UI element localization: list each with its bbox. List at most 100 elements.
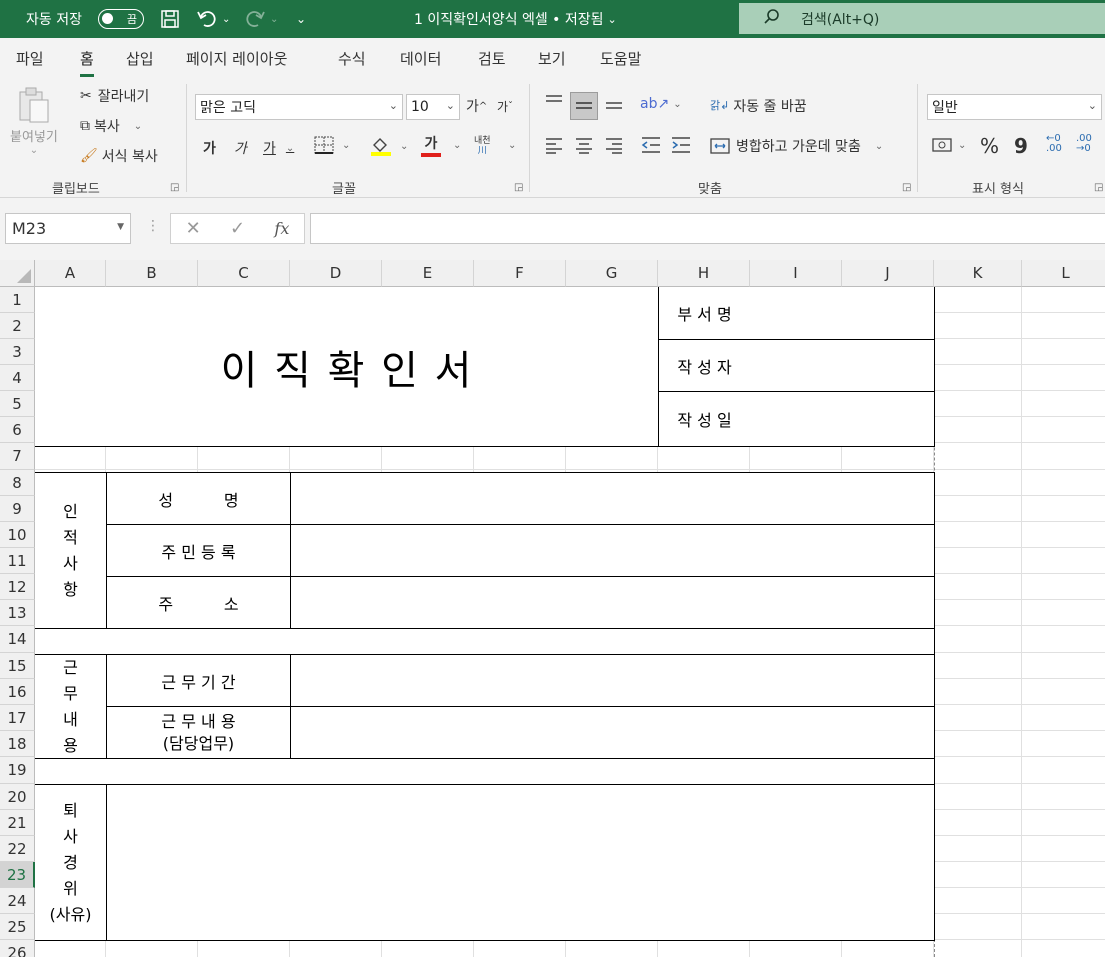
name-value-cell[interactable] <box>290 472 935 525</box>
document-title-cell[interactable]: 이 직 확 인 서 <box>35 287 659 447</box>
redo-icon[interactable]: ⌄ <box>244 0 278 38</box>
align-top-button[interactable] <box>544 94 564 110</box>
alignment-launcher-icon[interactable]: ◲ <box>902 182 911 193</box>
increase-font-button[interactable]: 가 ^ <box>466 96 487 116</box>
row-header-2[interactable]: 2 <box>0 313 35 339</box>
cancel-icon[interactable]: ✕ <box>186 218 201 239</box>
font-color-button[interactable]: 가 <box>421 136 441 157</box>
row-header-15[interactable]: 15 <box>0 653 35 679</box>
row-header-10[interactable]: 10 <box>0 522 35 548</box>
personal-section-cell[interactable]: 인 적 사 항 <box>35 472 107 629</box>
spreadsheet-grid[interactable]: ABCDEFGHIJKL 1 2 3 4 5 6 7 8 9 10 11 12 13 14 15 16 17 18… <box>0 260 1105 957</box>
column-header-i[interactable]: I <box>750 260 842 287</box>
orientation-button[interactable]: ab↗ ⌄ <box>640 96 682 112</box>
resign-reason-cell[interactable] <box>106 784 935 941</box>
row-header-5[interactable]: 5 <box>0 391 35 417</box>
row-header-25[interactable]: 25 <box>0 914 35 940</box>
comma-style-button[interactable]: 9 <box>1014 134 1028 158</box>
tab-page-layout[interactable]: 페이지 레이아웃 <box>186 48 287 69</box>
undo-dropdown-icon[interactable]: ⌄ <box>222 14 230 25</box>
font-size-select[interactable]: 10 ⌄ <box>406 94 460 120</box>
author-label-cell[interactable]: 작 성 자 <box>658 339 751 392</box>
row-header-9[interactable]: 9 <box>0 496 35 522</box>
row-header-14[interactable]: 14 <box>0 626 35 653</box>
row-header-19[interactable]: 19 <box>0 757 35 784</box>
redo-dropdown-icon[interactable]: ⌄ <box>270 14 278 25</box>
spacer-row-19[interactable] <box>35 758 935 785</box>
row-header-12[interactable]: 12 <box>0 574 35 600</box>
column-header-d[interactable]: D <box>290 260 382 287</box>
row-header-8[interactable]: 8 <box>0 470 35 496</box>
number-launcher-icon[interactable]: ◲ <box>1094 182 1103 193</box>
tab-formulas[interactable]: 수식 <box>338 48 366 69</box>
align-left-button[interactable] <box>544 136 564 154</box>
clipboard-launcher-icon[interactable]: ◲ <box>170 182 179 193</box>
row-header-24[interactable]: 24 <box>0 888 35 914</box>
tab-home[interactable]: 홈 <box>80 48 94 77</box>
row-header-6[interactable]: 6 <box>0 417 35 443</box>
name-label-cell[interactable]: 성 명 <box>106 472 291 525</box>
column-header-j[interactable]: J <box>842 260 934 287</box>
search-box[interactable]: 검색(Alt+Q) <box>739 3 1105 34</box>
phonetic-button[interactable]: 내천 川 <box>474 136 491 156</box>
document-title[interactable]: 1 이직확인서양식 엑셀 • 저장됨 ⌄ <box>414 0 617 38</box>
merge-center-button[interactable]: 병합하고 가운데 맞춤 ⌄ <box>710 136 883 156</box>
column-header-a[interactable]: A <box>35 260 106 287</box>
increase-indent-button[interactable] <box>670 136 692 154</box>
merge-dropdown-icon[interactable]: ⌄ <box>875 141 883 152</box>
decrease-indent-button[interactable] <box>640 136 662 154</box>
author-value-cell[interactable] <box>750 339 935 392</box>
resign-section-cell[interactable]: 퇴 사 경 위 (사유) <box>35 784 107 941</box>
underline-dropdown-icon[interactable]: ⌄ <box>286 143 294 154</box>
align-bottom-button[interactable] <box>604 94 624 110</box>
percent-button[interactable]: % <box>980 134 999 158</box>
address-label-cell[interactable]: 주 소 <box>106 576 291 629</box>
orientation-dropdown-icon[interactable]: ⌄ <box>673 99 681 110</box>
period-label-cell[interactable]: 근 무 기 간 <box>106 654 291 707</box>
row-header-20[interactable]: 20 <box>0 784 35 810</box>
column-header-c[interactable]: C <box>198 260 290 287</box>
cut-button[interactable]: ✂ 잘라내기 <box>80 86 149 106</box>
dept-value-cell[interactable] <box>750 287 935 340</box>
row-header-16[interactable]: 16 <box>0 679 35 705</box>
tab-view[interactable]: 보기 <box>538 48 566 69</box>
enter-icon[interactable]: ✓ <box>230 218 245 239</box>
row-header-17[interactable]: 17 <box>0 705 35 731</box>
row-header-23[interactable]: 23 <box>0 862 35 888</box>
font-launcher-icon[interactable]: ◲ <box>514 182 523 193</box>
row-header-3[interactable]: 3 <box>0 339 35 365</box>
increase-decimal-icon[interactable]: ←0.00 <box>1046 134 1062 154</box>
duty-value-cell[interactable] <box>290 706 935 759</box>
duty-label-cell[interactable]: 근 무 내 용 (담당업무) <box>106 706 291 759</box>
accounting-dropdown-icon[interactable]: ⌄ <box>958 140 966 151</box>
paste-button[interactable]: 붙여넣기 ⌄ <box>10 86 58 156</box>
save-icon[interactable] <box>160 0 180 38</box>
formula-input[interactable] <box>310 213 1105 244</box>
address-value-cell[interactable] <box>290 576 935 629</box>
work-section-cell[interactable]: 근 무 내 용 <box>35 654 107 759</box>
tab-file[interactable]: 파일 <box>16 48 44 69</box>
align-center-button[interactable] <box>574 136 594 154</box>
row-header-1[interactable]: 1 <box>0 287 35 313</box>
autosave-toggle[interactable]: 끔 <box>98 0 144 38</box>
row-header-4[interactable]: 4 <box>0 365 35 391</box>
font-color-dropdown-icon[interactable]: ⌄ <box>453 140 461 151</box>
row-header-26[interactable]: 26 <box>0 940 35 957</box>
row-header-18[interactable]: 18 <box>0 731 35 757</box>
name-box[interactable]: M23 ▼ <box>5 213 131 244</box>
column-header-f[interactable]: F <box>474 260 566 287</box>
column-header-l[interactable]: L <box>1022 260 1105 287</box>
fill-color-button[interactable]: ⌄ <box>370 136 408 156</box>
undo-icon[interactable]: ⌄ <box>196 0 230 38</box>
phonetic-dropdown-icon[interactable]: ⌄ <box>508 140 516 151</box>
borders-dropdown-icon[interactable]: ⌄ <box>342 140 350 151</box>
column-header-g[interactable]: G <box>566 260 658 287</box>
resident-no-label-cell[interactable]: 주 민 등 록 <box>106 524 291 577</box>
customize-toolbar-icon[interactable]: ⌄ <box>296 0 306 38</box>
tab-review[interactable]: 검토 <box>478 48 506 69</box>
column-header-h[interactable]: H <box>658 260 750 287</box>
row-header-7[interactable]: 7 <box>0 443 35 470</box>
tab-insert[interactable]: 삽입 <box>126 48 154 69</box>
date-value-cell[interactable] <box>750 391 935 447</box>
number-format-select[interactable]: 일반 ⌄ <box>927 94 1102 120</box>
